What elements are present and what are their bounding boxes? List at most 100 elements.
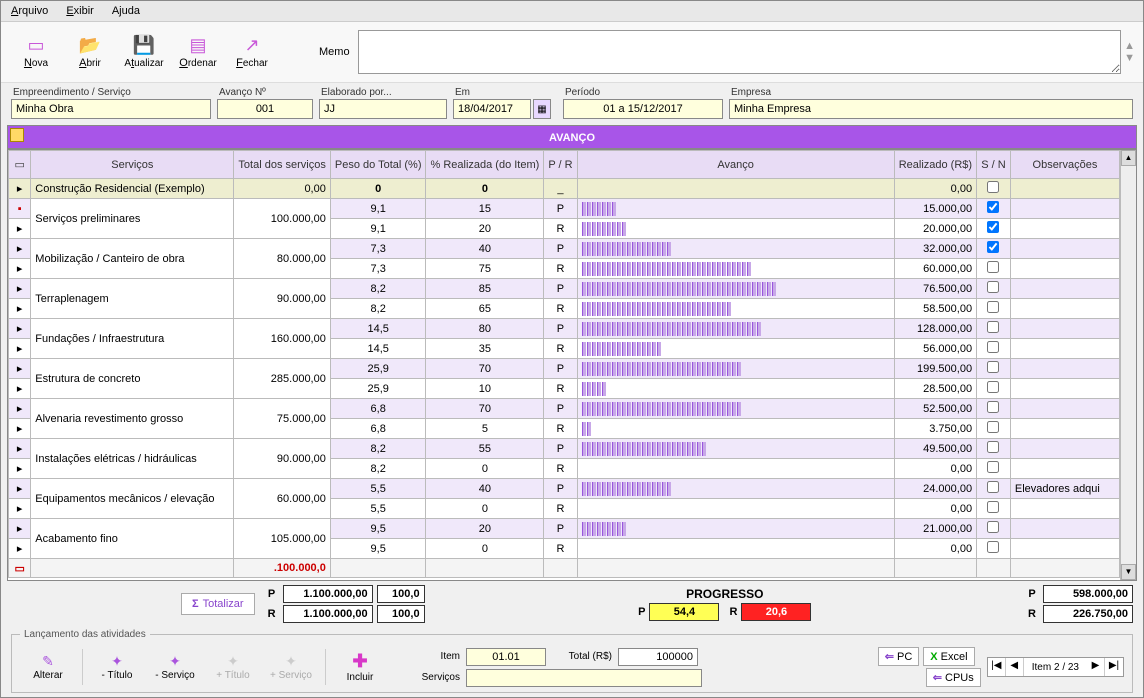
periodo-input[interactable] [563,99,723,119]
cell-servico[interactable]: Mobilização / Canteiro de obra [31,239,234,279]
nova-button[interactable]: ▭Nova [9,28,63,76]
minus-icon: ✦ [169,653,181,670]
row-marker[interactable]: ▸ [9,239,31,259]
col-peso[interactable]: Peso do Total (%) [330,151,426,179]
cell-servico[interactable]: Instalações elétricas / hidráulicas [31,439,234,479]
cell-servico[interactable]: Acabamento fino [31,519,234,559]
plus-servico-button[interactable]: ✦+ Serviço [263,646,319,688]
sn-checkbox[interactable] [987,261,999,273]
row-marker[interactable]: ▸ [9,319,31,339]
cell-servico[interactable]: Construção Residencial (Exemplo) [31,179,234,199]
menubar: Arquivo Exibir Ajuda [1,1,1143,22]
row-marker[interactable]: ▸ [9,299,31,319]
sn-checkbox[interactable] [987,481,999,493]
row-marker[interactable]: ▸ [9,179,31,199]
sn-checkbox[interactable] [987,361,999,373]
calendar-button[interactable]: ▦ [533,99,551,119]
edit-icon: ✎ [42,653,54,670]
sn-checkbox[interactable] [987,301,999,313]
row-marker[interactable]: ▸ [9,539,31,559]
col-marker[interactable]: ▭ [9,151,31,179]
alterar-button[interactable]: ✎Alterar [20,646,76,688]
cell-servico[interactable]: Serviços preliminares [31,199,234,239]
sn-checkbox[interactable] [987,181,999,193]
sn-checkbox[interactable] [987,381,999,393]
row-marker[interactable]: ▸ [9,459,31,479]
em-date-input[interactable] [453,99,531,119]
sn-checkbox[interactable] [987,521,999,533]
minus-servico-button[interactable]: ✦- Serviço [147,646,203,688]
nav-last[interactable]: ▶| [1105,658,1123,676]
col-obs[interactable]: Observações [1010,151,1119,179]
pc-button[interactable]: ⇐PC [878,647,920,666]
vertical-scrollbar[interactable]: ▲▼ [1120,150,1136,580]
servicos-input[interactable] [466,669,702,687]
minus-titulo-button[interactable]: ✦- Título [89,646,145,688]
totalizar-button[interactable]: ΣTotalizar [181,593,255,615]
total-rs-input[interactable] [618,648,698,666]
nav-first[interactable]: |◀ [988,658,1006,676]
row-marker[interactable]: ▸ [9,339,31,359]
cell-servico[interactable]: Alvenaria revestimento grosso [31,399,234,439]
sn-checkbox[interactable] [987,241,999,253]
row-marker[interactable]: ▸ [9,419,31,439]
cell-servico[interactable]: Estrutura de concreto [31,359,234,399]
excel-button[interactable]: XExcel [923,647,974,666]
row-marker[interactable]: ▸ [9,219,31,239]
sn-checkbox[interactable] [987,541,999,553]
cell-servico[interactable]: Fundações / Infraestrutura [31,319,234,359]
row-marker[interactable]: ▸ [9,439,31,459]
col-pr[interactable]: P / R [544,151,577,179]
sn-checkbox[interactable] [987,321,999,333]
row-marker[interactable]: ▸ [9,259,31,279]
ordenar-button[interactable]: ▤Ordenar [171,28,225,76]
col-realizada[interactable]: % Realizada (do Item) [426,151,544,179]
empreendimento-input[interactable] [11,99,211,119]
row-marker[interactable]: ▸ [9,399,31,419]
new-icon: ▭ [27,35,44,55]
sn-checkbox[interactable] [987,421,999,433]
row-marker[interactable]: ▸ [9,519,31,539]
nav-prev[interactable]: ◀ [1006,658,1024,676]
row-marker[interactable]: ▸ [9,279,31,299]
row-marker[interactable]: ▸ [9,499,31,519]
sn-checkbox[interactable] [987,341,999,353]
nav-next[interactable]: ▶ [1087,658,1105,676]
avanco-n-input[interactable] [217,99,313,119]
menu-ajuda[interactable]: Ajuda [112,5,140,17]
item-input[interactable] [466,648,546,666]
cell-servico[interactable]: Terraplenagem [31,279,234,319]
col-servicos[interactable]: Serviços [31,151,234,179]
elaborado-input[interactable] [319,99,447,119]
cpus-button[interactable]: ⇐CPUs [926,668,981,687]
sn-checkbox[interactable] [987,501,999,513]
sn-checkbox[interactable] [987,281,999,293]
row-marker[interactable]: ▪ [9,199,31,219]
menu-arquivo[interactable]: Arquivo [11,5,48,17]
empresa-input[interactable] [729,99,1133,119]
fechar-button[interactable]: ↗Fechar [225,28,279,76]
col-avanco[interactable]: Avanço [577,151,894,179]
abrir-button[interactable]: 📂Abrir [63,28,117,76]
row-marker[interactable]: ▸ [9,479,31,499]
sn-checkbox[interactable] [987,201,999,213]
plus-titulo-button[interactable]: ✦+ Título [205,646,261,688]
col-sn[interactable]: S / N [977,151,1011,179]
plus-bold-icon: ✚ [352,651,367,672]
sn-checkbox[interactable] [987,441,999,453]
sn-checkbox[interactable] [987,401,999,413]
plus-icon: ✦ [285,653,297,670]
memo-input[interactable] [358,30,1122,74]
menu-exibir[interactable]: Exibir [66,5,94,17]
nav-position: Item 2 / 23 [1024,662,1087,673]
row-marker[interactable]: ▸ [9,359,31,379]
col-total[interactable]: Total dos serviços [234,151,330,179]
sn-checkbox[interactable] [987,221,999,233]
row-marker[interactable]: ▸ [9,379,31,399]
col-realizado-rs[interactable]: Realizado (R$) [894,151,976,179]
cell-servico[interactable]: Equipamentos mecânicos / elevação [31,479,234,519]
incluir-button[interactable]: ✚Incluir [332,646,388,688]
corner-icon[interactable] [10,128,24,142]
sn-checkbox[interactable] [987,461,999,473]
atualizar-button[interactable]: 💾Atualizar [117,28,171,76]
